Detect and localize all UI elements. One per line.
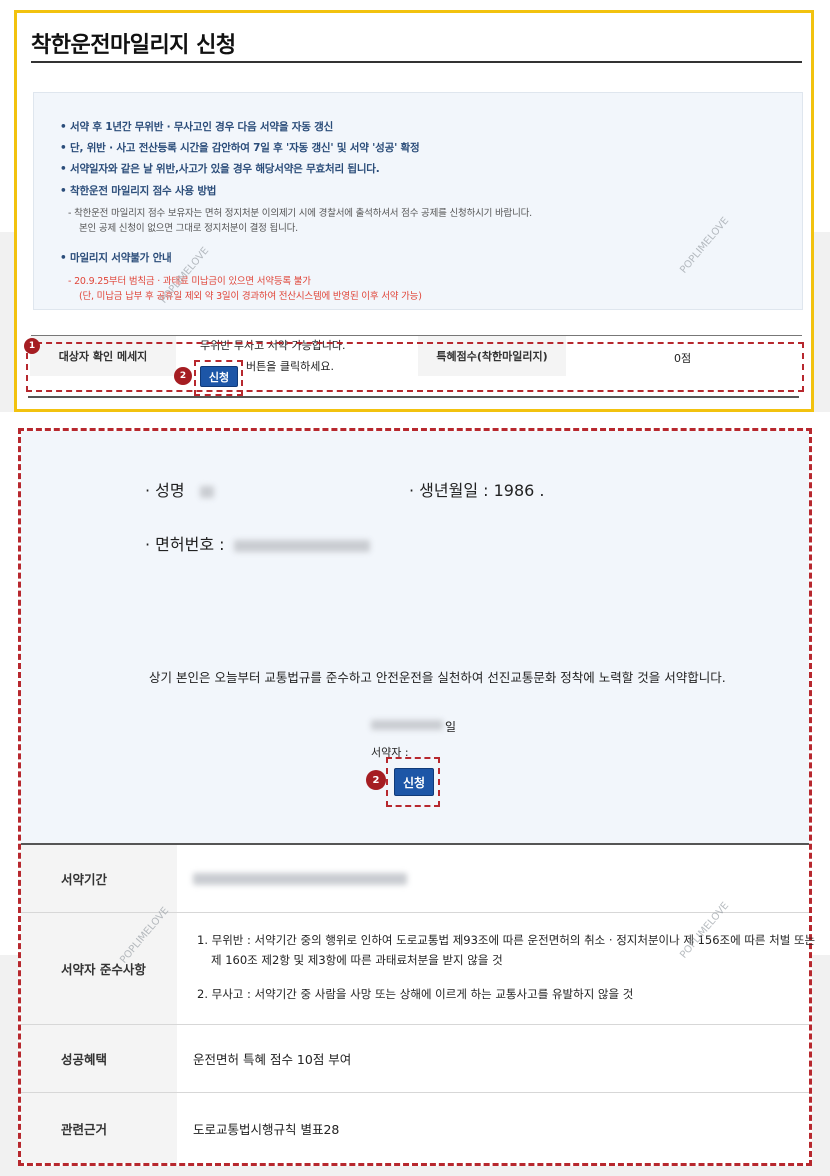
unavailable-title: • 마일리지 서약불가 안내 [60,252,172,264]
notice-item: • 착한운전 마일리지 점수 사용 방법 [60,185,217,197]
step-badge-1: 1 [24,338,40,354]
period-value [193,845,809,912]
name-label: · 성명 [145,481,185,500]
period-value-blurred [193,872,407,885]
success-benefit-value: 운전면허 특혜 점수 10점 부여 [193,1052,352,1067]
table-row: 관련근거 도로교통법시행규칙 별표28 [21,1093,809,1163]
rule-1: 1. 무위반 : 서약기간 중의 행위로 인하여 도로교통법 제93조에 따른 … [197,933,816,947]
birth-date-label: · 생년월일 : 1986 . [409,481,545,500]
step-badge-2: 2 [174,367,192,385]
name-field: · 성명 [145,477,214,501]
table-row: 서약기간 [21,845,809,913]
step-badge-2-bottom: 2 [366,770,386,790]
page-title: 착한운전마일리지 신청 [31,33,236,58]
notice-item: • 서약 후 1년간 무위반 · 무사고인 경우 다음 서약을 자동 갱신 [60,121,334,133]
pledge-info-table: 서약기간 서약자 준수사항 1. 무위반 : 서약기간 중의 행위로 인하여 도… [21,843,815,1163]
license-number-field: · 면허번호 : [145,531,370,555]
notice-item: • 서약일자와 같은 날 위반,사고가 있을 경우 해당서약은 무효처리 됩니다. [60,163,380,175]
success-benefit-label: 성공혜택 [21,1025,177,1092]
pledge-date-blurred [371,720,443,730]
apply-button-bottom-highlight [386,757,440,807]
table-bottom-divider [28,396,799,398]
rule-2: 2. 무사고 : 서약기간 중 사람을 사망 또는 상해에 이르게 하는 교통사… [197,987,634,1001]
rule-1-continued: 제 160조 제2항 및 제3항에 따른 과태료처분을 받지 않을 것 [211,953,503,967]
pledge-statement: 상기 본인은 오늘부터 교통법규를 준수하고 안전운전을 실천하여 선진교통문화… [149,670,726,685]
legal-basis-label: 관련근거 [21,1093,177,1163]
unavailable-description: (단, 미납금 납부 후 공휴일 제외 약 3일이 경과하여 전산시스템에 반영… [79,291,422,302]
pledge-panel: · 성명 · 생년월일 : 1986 . · 면허번호 : 상기 본인은 오늘부… [18,428,815,1166]
usage-description: - 착한운전 마일리지 점수 보유자는 면허 정지처분 이의제기 시에 경찰서에… [68,208,533,219]
table-row: 서약자 준수사항 1. 무위반 : 서약기간 중의 행위로 인하여 도로교통법 … [21,913,815,1025]
usage-description: 본인 공제 신청이 없으면 그대로 정지처분이 결정 됩니다. [79,223,298,234]
period-label: 서약기간 [21,845,177,912]
notice-item: • 단, 위반 · 사고 전산등록 시간을 감안하여 7일 후 '자동 갱신' 및… [60,142,420,154]
pledge-area: · 성명 · 생년월일 : 1986 . · 면허번호 : 상기 본인은 오늘부… [21,431,809,843]
target-row-highlight [26,342,804,392]
legal-basis-value: 도로교통법시행규칙 별표28 [193,1121,340,1137]
apply-button-top-highlight [194,360,243,396]
notice-box: • 서약 후 1년간 무위반 · 무사고인 경우 다음 서약을 자동 갱신 • 단,… [33,92,803,310]
table-row: 성공혜택 운전면허 특혜 점수 10점 부여 [21,1025,809,1093]
title-divider [31,61,802,63]
license-number-label: · 면허번호 : [145,535,225,554]
name-value-blurred [199,485,214,498]
pledge-date-suffix: 일 [445,720,457,734]
birth-date-field: · 생년월일 : 1986 . [409,477,545,501]
license-number-blurred [233,539,370,552]
